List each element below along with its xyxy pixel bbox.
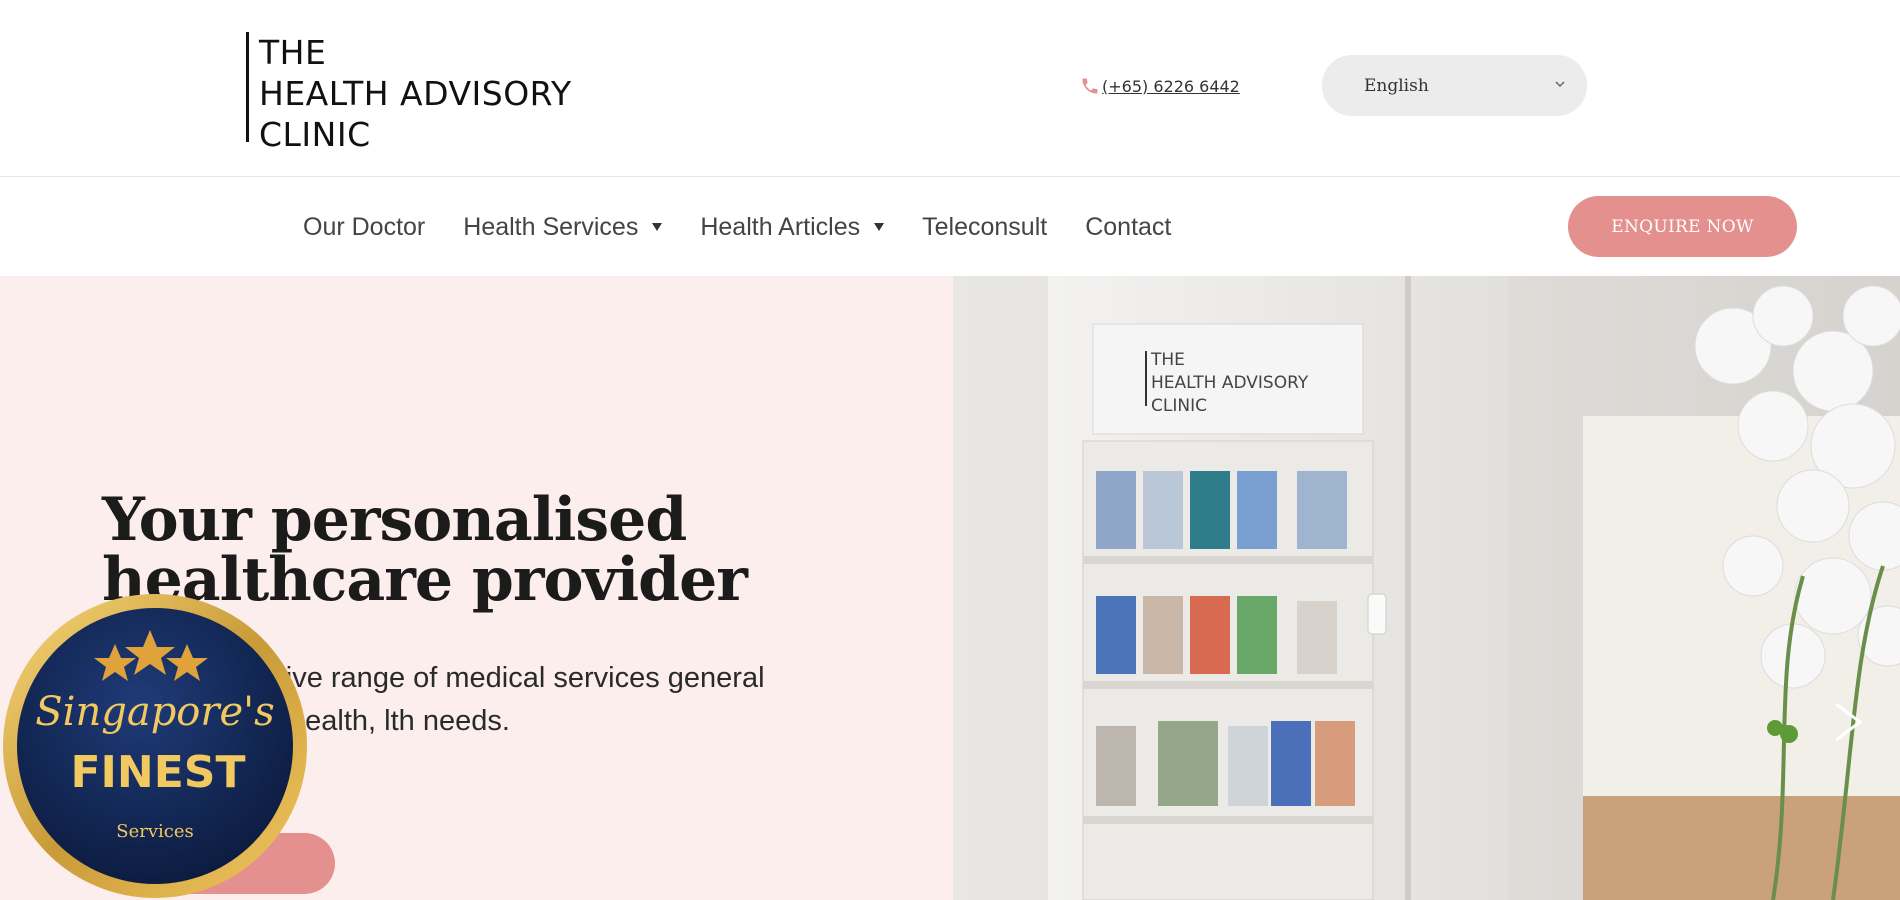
clinic-interior-illustration: THE HEALTH ADVISORY CLINIC: [953, 276, 1900, 900]
singapores-finest-badge: Singapore's FINEST Services: [3, 594, 307, 898]
badge-line-2: FINEST: [70, 747, 245, 798]
chevron-down-icon: [1555, 81, 1565, 88]
nav-item-label: Health Services: [463, 212, 639, 241]
nav-item-health-articles[interactable]: Health Articles: [700, 212, 885, 242]
slider-next-arrow-icon[interactable]: [1830, 700, 1866, 744]
caret-down-icon: [874, 223, 885, 231]
site-header: THE HEALTH ADVISORY CLINIC (+65) 6226 64…: [0, 0, 1900, 177]
nav-item-label: Health Articles: [700, 212, 861, 241]
badge-line-1: Singapore's: [35, 689, 274, 735]
phone-contact[interactable]: (+65) 6226 6442: [1080, 76, 1240, 96]
phone-link[interactable]: (+65) 6226 6442: [1102, 77, 1240, 96]
nav-item-our-doctor[interactable]: Our Doctor: [303, 213, 425, 242]
nav-item-health-services[interactable]: Health Services: [463, 212, 663, 242]
enquire-now-button[interactable]: ENQUIRE NOW: [1568, 196, 1797, 257]
nav-item-label: Teleconsult: [922, 212, 1048, 241]
nav-item-label: Contact: [1085, 212, 1172, 241]
nav-item-teleconsult[interactable]: Teleconsult: [922, 213, 1047, 242]
nav-item-contact[interactable]: Contact: [1085, 213, 1171, 242]
sign-line-2: HEALTH ADVISORY: [1151, 373, 1309, 393]
nav-menu: Our Doctor Health Services Health Articl…: [303, 178, 1209, 276]
language-select[interactable]: English: [1322, 55, 1587, 116]
sign-line-1: THE: [1150, 350, 1185, 370]
nav-item-label: Our Doctor: [303, 212, 426, 241]
language-value: English: [1364, 75, 1429, 96]
clinic-logo[interactable]: THE HEALTH ADVISORY CLINIC: [246, 32, 572, 154]
sign-line-3: CLINIC: [1151, 396, 1207, 416]
hero-clinic-photo: THE HEALTH ADVISORY CLINIC: [953, 276, 1900, 900]
logo-line-1: THE: [259, 33, 327, 72]
caret-down-icon: [652, 223, 663, 231]
badge-line-3: Services: [116, 821, 193, 842]
logo-line-2: HEALTH ADVISORY: [259, 74, 572, 113]
logo-line-3: CLINIC: [259, 115, 371, 154]
phone-icon: [1082, 78, 1098, 94]
